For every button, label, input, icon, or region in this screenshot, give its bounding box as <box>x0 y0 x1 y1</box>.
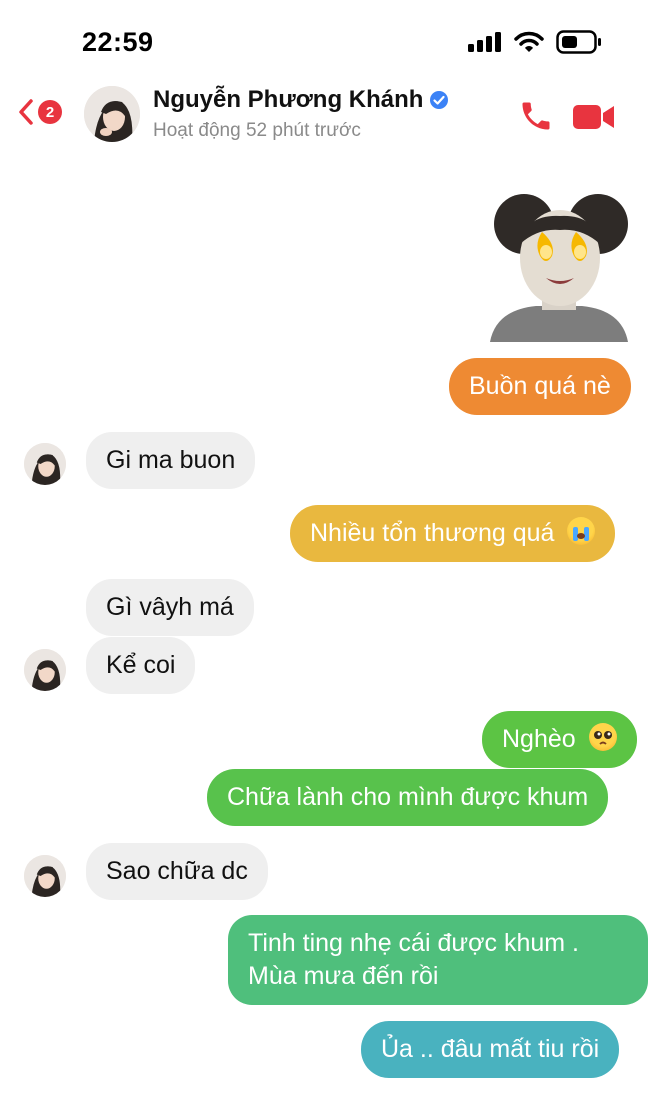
status-icons <box>468 30 602 54</box>
message-bubble-outgoing[interactable]: Tinh ting nhẹ cái được khum . Mùa mưa đế… <box>228 915 648 1005</box>
message-text: Gì vâyh má <box>106 593 234 621</box>
message-bubble-incoming[interactable]: Gi ma buon <box>86 432 256 489</box>
phone-call-icon[interactable] <box>518 98 554 134</box>
avatar-image <box>24 649 66 691</box>
avatar[interactable] <box>24 443 66 485</box>
loudly-crying-face-icon <box>567 517 596 545</box>
message-bubble-outgoing[interactable]: Chữa lành cho mình được khum <box>207 769 609 826</box>
status-bar: 22:59 <box>0 0 660 80</box>
message-bubble-outgoing[interactable]: Nhiều tổn thương quá <box>290 505 616 562</box>
message-text: Ủa .. đâu mất tiu rồi <box>381 1035 600 1063</box>
avatar-image <box>24 443 66 485</box>
unread-badge: 2 <box>38 100 62 124</box>
chat-header: 2 Nguyễn Phương Khánh Hoạt động 52 phút … <box>0 80 660 160</box>
back-button[interactable]: 2 <box>18 98 62 126</box>
video-call-icon[interactable] <box>572 102 616 132</box>
signal-icon <box>468 32 501 52</box>
contact-name-text: Nguyễn Phương Khánh <box>153 86 424 113</box>
message-text: Nhiều tổn thương quá <box>310 519 555 547</box>
message-bubble-outgoing[interactable]: Buồn quá nè <box>449 358 631 415</box>
avatar[interactable] <box>84 86 140 142</box>
message-bubble-outgoing[interactable]: Nghèo <box>482 711 637 768</box>
message-bubble-incoming[interactable]: Gì vâyh má <box>86 579 254 636</box>
message-text: Sao chữa dc <box>106 857 248 885</box>
avatar[interactable] <box>24 649 66 691</box>
message-text-line: Mùa mưa đến rồi <box>248 962 439 990</box>
message-text: Buồn quá nè <box>469 372 611 400</box>
battery-icon <box>556 30 601 54</box>
message-bubble-incoming[interactable]: Kể coi <box>86 637 196 694</box>
message-bubble-outgoing[interactable]: Ủa .. đâu mất tiu rồi <box>361 1021 620 1078</box>
chevron-left-icon <box>19 99 33 125</box>
avatar[interactable] <box>24 855 66 897</box>
message-text: Gi ma buon <box>106 446 236 474</box>
status-time: 22:59 <box>82 27 154 57</box>
message-text-line: Tinh ting nhẹ cái được khum . <box>248 929 579 957</box>
message-text: Kể coi <box>106 651 176 679</box>
message-text: Chữa lành cho mình được khum <box>227 783 589 811</box>
message-text: Nghèo <box>502 725 576 753</box>
verified-badge-icon <box>430 91 449 109</box>
wifi-icon <box>514 31 544 52</box>
message-bubble-incoming[interactable]: Sao chữa dc <box>86 843 268 900</box>
contact-name[interactable]: Nguyễn Phương Khánh <box>153 86 449 114</box>
avatar-image <box>24 855 66 897</box>
contact-status: Hoạt động 52 phút trước <box>153 120 361 141</box>
avatar-image <box>84 86 140 142</box>
sticker-image[interactable] <box>486 186 632 342</box>
pleading-face-icon <box>588 723 617 751</box>
